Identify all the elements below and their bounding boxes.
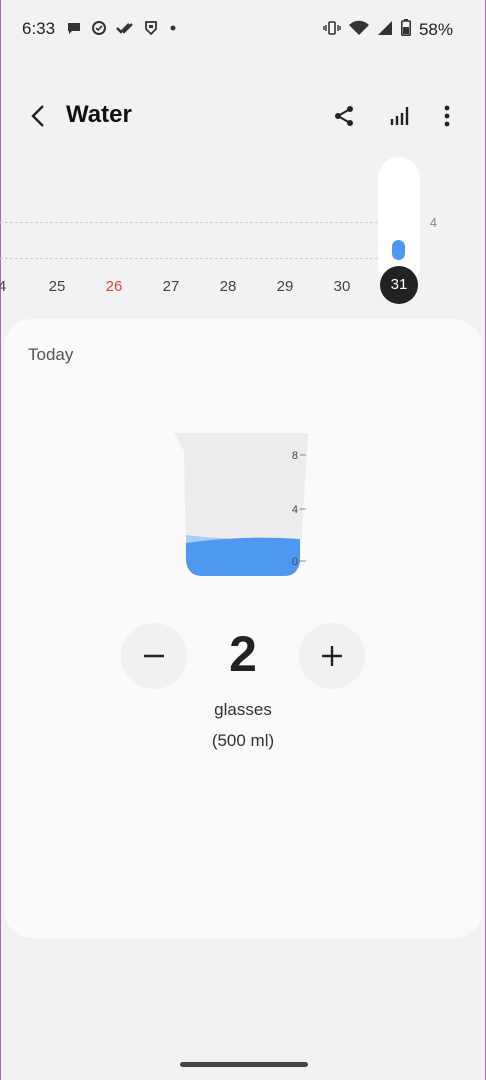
- more-options-button[interactable]: [431, 100, 463, 132]
- water-glass-illustration: 8 4 0: [174, 433, 308, 576]
- shield-badge-icon: [143, 20, 159, 39]
- wifi-icon: [348, 20, 369, 41]
- notification-icons: [66, 20, 178, 39]
- glass-tick-label: 0: [292, 556, 298, 568]
- selected-day-bar: [392, 240, 405, 260]
- vibrate-icon: [323, 20, 341, 41]
- increase-button[interactable]: [299, 623, 365, 689]
- page-title: Water: [66, 101, 132, 128]
- app-bar: Water: [0, 88, 486, 144]
- more-vert-icon: [444, 105, 450, 127]
- clock-check-icon: [91, 20, 107, 39]
- share-icon: [335, 106, 353, 126]
- status-time: 6:33: [22, 19, 56, 38]
- home-indicator[interactable]: [180, 1062, 308, 1067]
- target-gridline: [0, 222, 378, 223]
- bar-chart-icon: [390, 107, 409, 125]
- day-item[interactable]: 29: [265, 278, 305, 295]
- volume-label: (500 ml): [211, 731, 275, 750]
- back-button[interactable]: [22, 100, 54, 132]
- double-check-icon: [116, 20, 134, 39]
- day-item[interactable]: 30: [322, 278, 362, 295]
- glass-tick-label: 8: [292, 450, 298, 462]
- axis-label: 4: [429, 215, 437, 230]
- trends-button[interactable]: [384, 100, 416, 132]
- baseline-gridline: [0, 258, 378, 259]
- battery-icon: [400, 19, 411, 41]
- water-fill: [186, 537, 300, 576]
- chat-bubble-icon: [66, 20, 82, 39]
- plus-icon: [322, 646, 342, 666]
- chevron-left-icon: [31, 105, 44, 127]
- today-card: Today 8 4 0 2 glasses (500 ml): [4, 319, 482, 938]
- section-label: Today: [28, 345, 74, 364]
- battery-percent: 58%: [418, 20, 453, 39]
- signal-icon: [377, 20, 393, 41]
- count-unit: glasses: [214, 700, 272, 719]
- glass-count: 2: [229, 626, 257, 682]
- day-item-sunday[interactable]: 26: [94, 278, 134, 295]
- day-item[interactable]: 4: [0, 278, 22, 295]
- day-item[interactable]: 27: [151, 278, 191, 295]
- dot-icon: [168, 20, 178, 39]
- status-bar: 6:33 58%: [0, 0, 486, 58]
- day-item-selected[interactable]: 31: [380, 266, 418, 304]
- day-item[interactable]: 28: [208, 278, 248, 295]
- glass-tick-label: 4: [292, 504, 298, 516]
- share-button[interactable]: [328, 100, 360, 132]
- day-item[interactable]: 25: [37, 278, 77, 295]
- system-status: 58%: [323, 19, 453, 41]
